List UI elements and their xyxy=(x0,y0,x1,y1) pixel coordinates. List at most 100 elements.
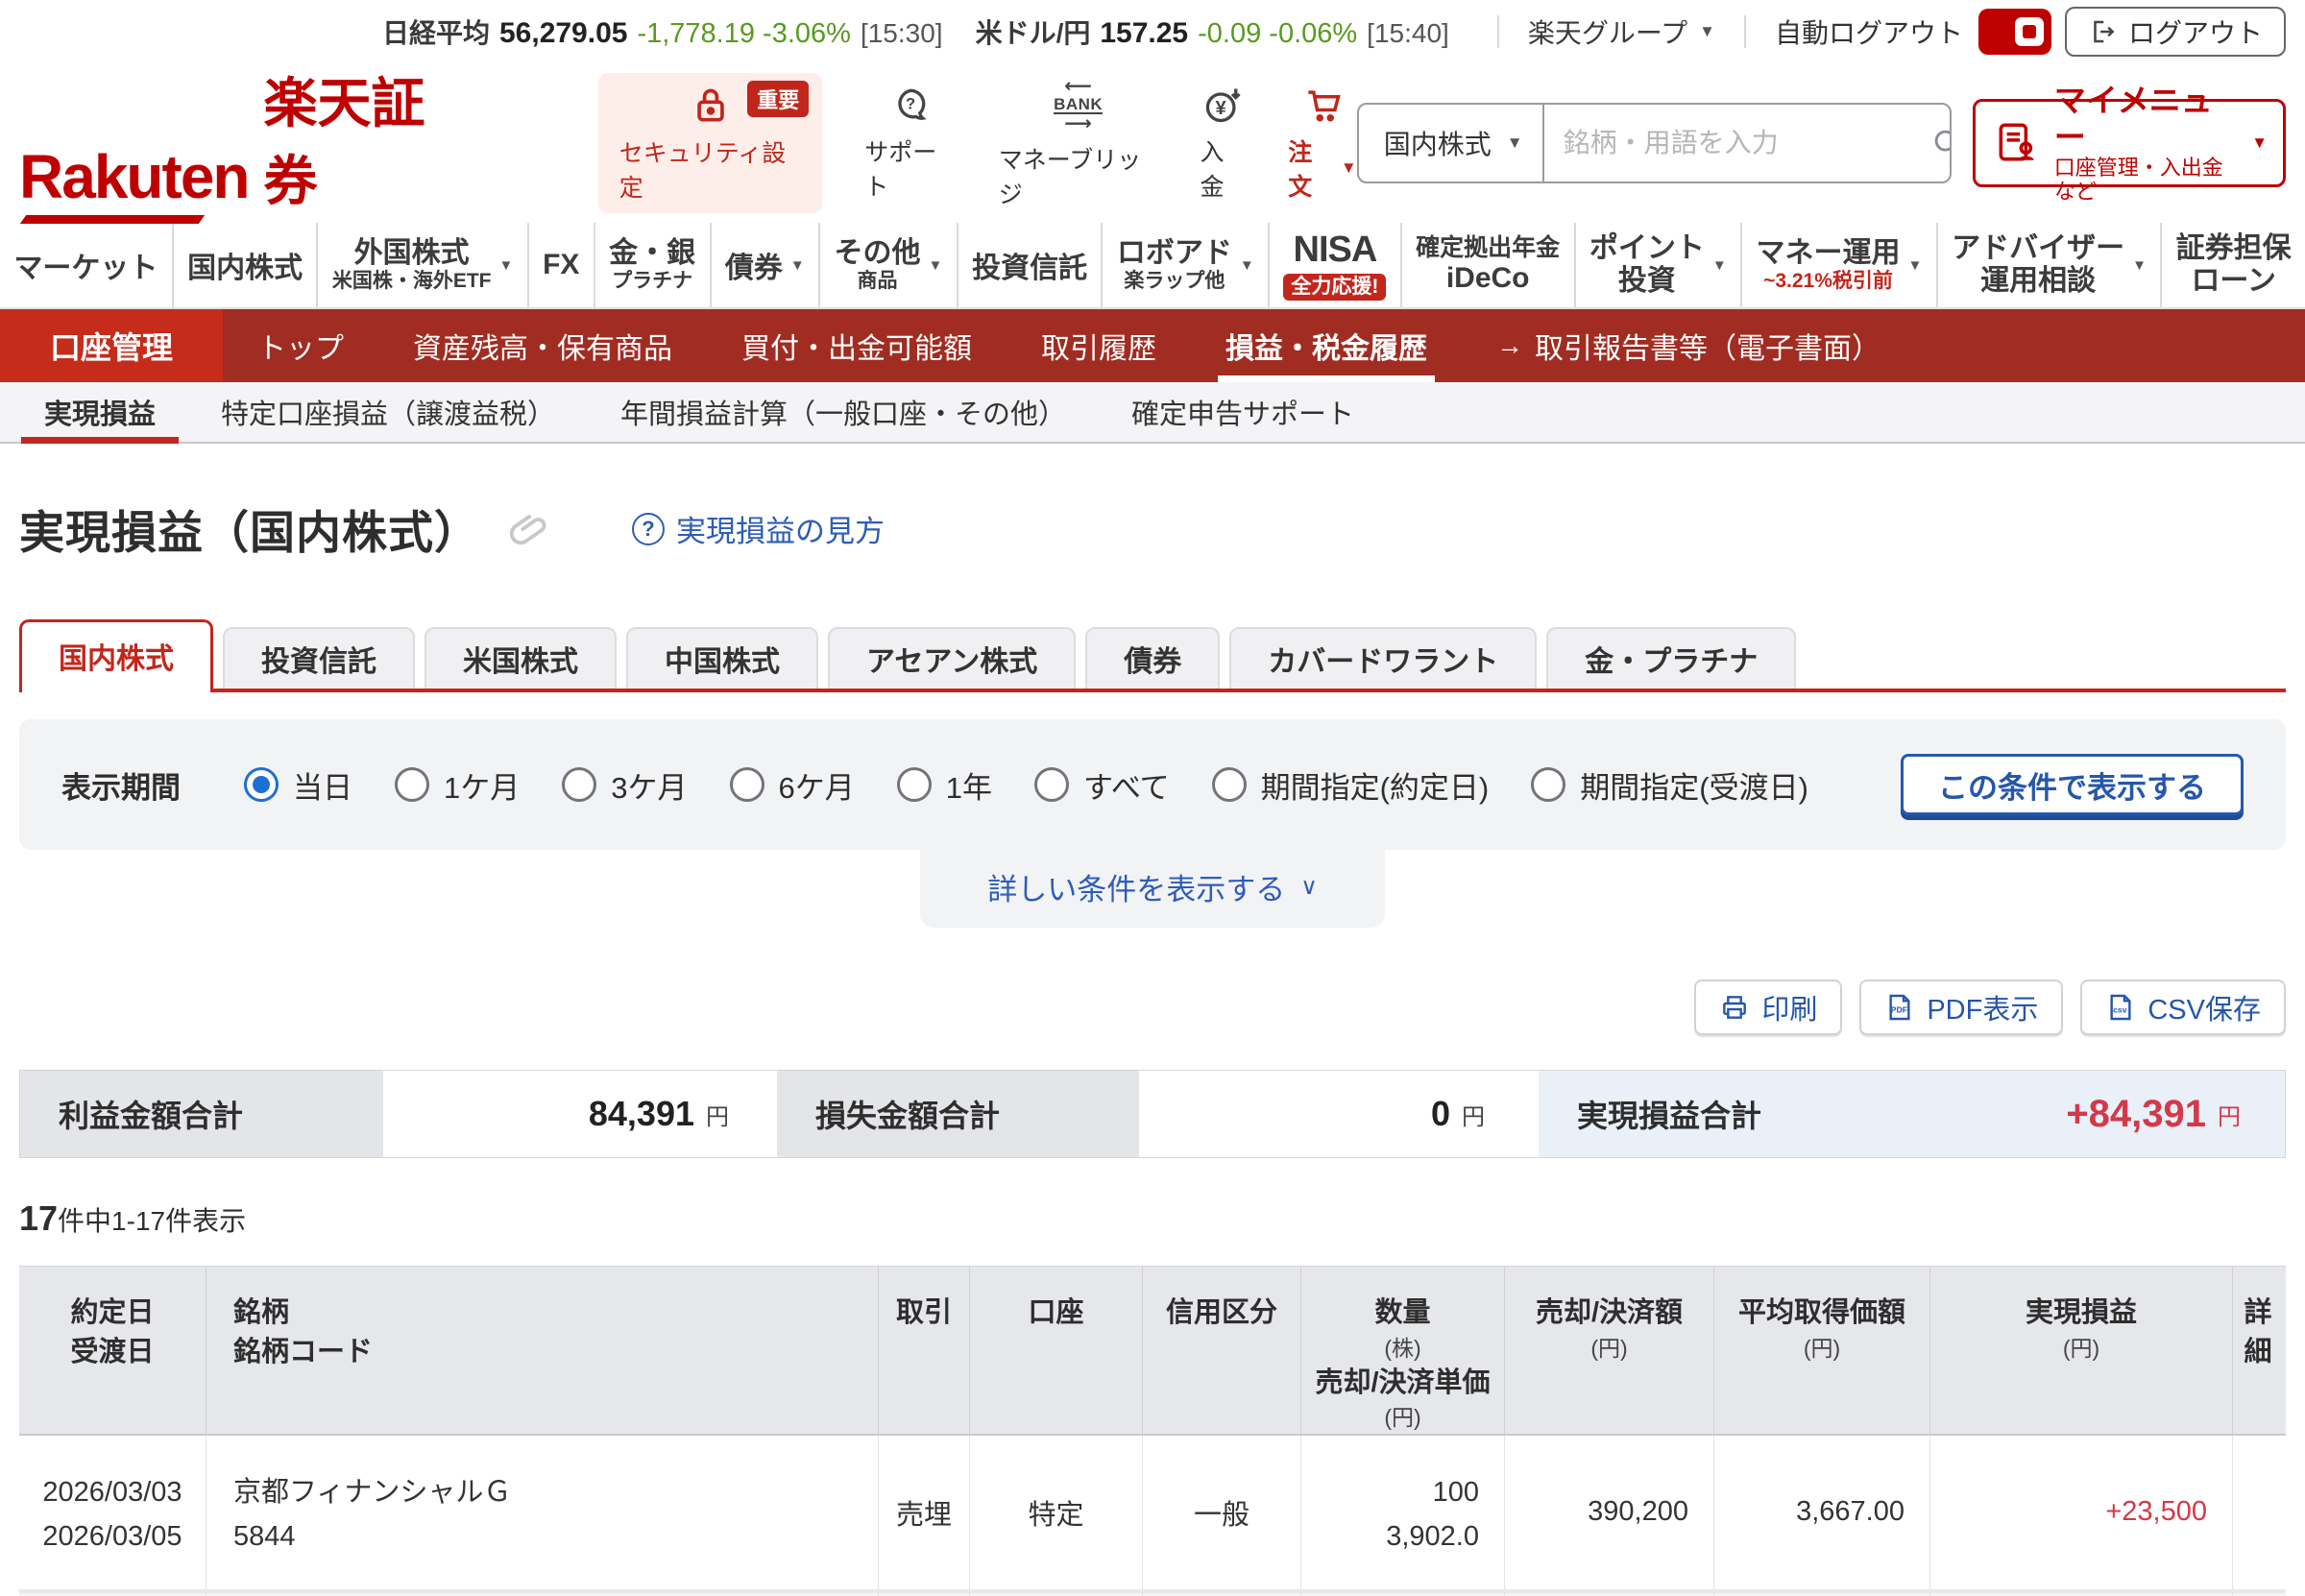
radio-button xyxy=(244,767,279,802)
apply-filter-button[interactable]: この条件で表示する xyxy=(1901,754,2244,815)
logout-icon xyxy=(2088,17,2117,46)
radio-range-trade-date[interactable]: 期間指定(約定日) xyxy=(1212,763,1490,807)
subnav-annual-pl[interactable]: 年間損益計算（一般口座・その他） xyxy=(588,382,1099,442)
usdjpy-quote: 米ドル/円 157.25 -0.09 -0.06% [15:40] xyxy=(976,12,1449,51)
rakuten-group-menu[interactable]: 楽天グループ ▼ xyxy=(1528,12,1715,51)
account-nav-top[interactable]: トップ xyxy=(223,309,378,382)
csv-save-button[interactable]: csv CSV保存 xyxy=(2080,979,2286,1035)
caret-down-icon: ▼ xyxy=(499,257,514,274)
nav-gold-platinum[interactable]: 金・銀プラチナ xyxy=(594,223,710,307)
search-icon[interactable] xyxy=(1929,125,1952,161)
rakuten-group-label: 楽天グループ xyxy=(1528,12,1687,51)
nav-advisor[interactable]: アドバイザー運用相談 ▼ xyxy=(1936,223,2161,307)
paperclip-icon[interactable] xyxy=(501,503,552,554)
cell-margin: 一般 xyxy=(1143,1593,1301,1596)
deposit-link[interactable]: ¥ 入金 xyxy=(1200,84,1246,203)
money-bridge-link[interactable]: ⟵ BANK ⟶ マネーブリッジ xyxy=(999,77,1158,210)
support-chat-icon: ? xyxy=(889,84,932,126)
chevron-down-icon: ∨ xyxy=(1300,873,1318,901)
nav-other-products[interactable]: その他商品 ▼ xyxy=(818,223,957,307)
lock-icon xyxy=(690,85,732,127)
tab-domestic-stock[interactable]: 国内株式 xyxy=(19,619,213,692)
bank-icon-text: BANK xyxy=(1054,96,1103,114)
col-name: 銘柄 銘柄コード xyxy=(206,1267,879,1434)
subnav-specific-account-pl[interactable]: 特定口座損益（譲渡益税） xyxy=(188,382,588,442)
printer-icon xyxy=(1719,992,1750,1023)
caret-down-icon: ▼ xyxy=(1908,257,1923,274)
my-menu-subtitle: 口座管理・入出金など xyxy=(2054,156,2238,205)
security-settings-link[interactable]: 重要 セキュリティ設定 xyxy=(598,73,823,213)
account-nav-balance[interactable]: 資産残高・保有商品 xyxy=(378,309,707,382)
nav-fx[interactable]: FX xyxy=(527,223,594,307)
cell-name[interactable]: 京都フィナンシャルＧ xyxy=(206,1593,879,1596)
col-realized-pl: 実現損益 (円) xyxy=(1930,1267,2233,1434)
account-nav-reports[interactable]: → 取引報告書等（電子書面） xyxy=(1462,309,1915,382)
tab-covered-warrant[interactable]: カバードワラント xyxy=(1229,627,1537,689)
realized-pl-help-link[interactable]: ? 実現損益の見方 xyxy=(632,507,885,550)
nav-roboad[interactable]: ロボアド楽ラップ他 ▼ xyxy=(1101,223,1268,307)
tab-us-stock[interactable]: 米国株式 xyxy=(425,627,617,689)
show-detailed-conditions-link[interactable]: 詳しい条件を表示する ∨ xyxy=(920,850,1385,928)
rakuten-logo[interactable]: Rakuten 楽天証券 xyxy=(19,60,464,226)
nav-point-invest[interactable]: ポイント投資 ▼ xyxy=(1574,223,1741,307)
divider xyxy=(1744,15,1746,48)
tab-bonds[interactable]: 債券 xyxy=(1085,627,1220,689)
radio-all[interactable]: すべて xyxy=(1034,763,1170,807)
nav-domestic-stock[interactable]: 国内株式 xyxy=(172,223,317,307)
logout-button[interactable]: ログアウト xyxy=(2065,7,2286,57)
col-margin: 信用区分 xyxy=(1143,1267,1301,1434)
account-nav-trade-history[interactable]: 取引履歴 xyxy=(1007,309,1191,382)
radio-1year[interactable]: 1年 xyxy=(897,763,992,807)
nav-bonds[interactable]: 債券 ▼ xyxy=(710,223,819,307)
radio-today[interactable]: 当日 xyxy=(244,763,352,807)
nav-market[interactable]: マーケット xyxy=(0,223,172,307)
logo-en: Rakuten xyxy=(19,141,249,226)
export-actions: 印刷 PDF PDF表示 csv CSV保存 xyxy=(19,979,2286,1035)
radio-6months[interactable]: 6ケ月 xyxy=(730,763,855,807)
tab-mutual-funds[interactable]: 投資信託 xyxy=(223,627,415,689)
tab-asean-stock[interactable]: アセアン株式 xyxy=(828,627,1076,689)
account-nav-pl-tax-history[interactable]: 損益・税金履歴 xyxy=(1191,309,1462,382)
cell-detail xyxy=(2233,1593,2283,1596)
order-menu[interactable]: 注文 ▼ xyxy=(1288,84,1356,203)
arrow-right-icon: → xyxy=(1496,330,1523,361)
yen-deposit-icon: ¥ xyxy=(1201,84,1244,126)
account-nav-withdrawable[interactable]: 買付・出金可能額 xyxy=(707,309,1007,382)
pdf-view-button[interactable]: PDF PDF表示 xyxy=(1859,979,2063,1035)
cell-name[interactable]: 京都フィナンシャルＧ 5844 xyxy=(206,1436,879,1589)
radio-button xyxy=(897,767,932,802)
cell-detail xyxy=(2233,1436,2283,1589)
search-category-select[interactable]: 国内株式 ▼ xyxy=(1359,105,1544,181)
radio-3months[interactable]: 3ケ月 xyxy=(562,763,687,807)
col-account: 口座 xyxy=(970,1267,1143,1434)
cell-avg-price: 3,850.00 xyxy=(1714,1593,1930,1596)
caret-down-icon: ▼ xyxy=(929,257,943,274)
auto-logout-toggle[interactable] xyxy=(1978,9,2051,55)
nav-mutual-funds[interactable]: 投資信託 xyxy=(957,223,1102,307)
support-link[interactable]: ? サポート xyxy=(864,84,957,203)
nav-money-management[interactable]: マネー運用~3.21%税引前 ▼ xyxy=(1740,223,1936,307)
nav-nisa[interactable]: NISA 全力応援! xyxy=(1268,223,1400,307)
radio-1month[interactable]: 1ケ月 xyxy=(395,763,520,807)
subnav-realized-pl[interactable]: 実現損益 xyxy=(12,382,188,442)
page-head: 実現損益（国内株式） ? 実現損益の見方 xyxy=(19,496,2286,562)
logout-label: ログアウト xyxy=(2128,12,2263,51)
cell-trade: 売埋 xyxy=(879,1436,970,1589)
col-avg-price: 平均取得価額 (円) xyxy=(1714,1267,1930,1434)
caret-down-icon: ▼ xyxy=(2132,257,2147,274)
radio-range-settle-date[interactable]: 期間指定(受渡日) xyxy=(1531,763,1808,807)
search-input[interactable] xyxy=(1544,128,1929,158)
nav-securities-loan[interactable]: 証券担保ローン xyxy=(2160,223,2305,307)
tab-gold-platinum[interactable]: 金・プラチナ xyxy=(1546,627,1796,689)
subnav-tax-filing-support[interactable]: 確定申告サポート xyxy=(1099,382,1387,442)
nav-foreign-stock[interactable]: 外国株式米国株・海外ETF ▼ xyxy=(316,223,526,307)
tab-china-stock[interactable]: 中国株式 xyxy=(626,627,818,689)
important-badge: 重要 xyxy=(747,81,809,117)
account-nav-root[interactable]: 口座管理 xyxy=(0,309,223,382)
stock-search-box: 国内株式 ▼ xyxy=(1357,103,1952,183)
csv-file-icon: csv xyxy=(2105,992,2136,1023)
nav-ideco[interactable]: 確定拠出年金iDeCo xyxy=(1400,223,1574,307)
col-trade: 取引 xyxy=(879,1267,970,1434)
my-menu-button[interactable]: マイメニュー 口座管理・入出金など ▼ xyxy=(1973,99,2286,187)
print-button[interactable]: 印刷 xyxy=(1694,979,1842,1035)
